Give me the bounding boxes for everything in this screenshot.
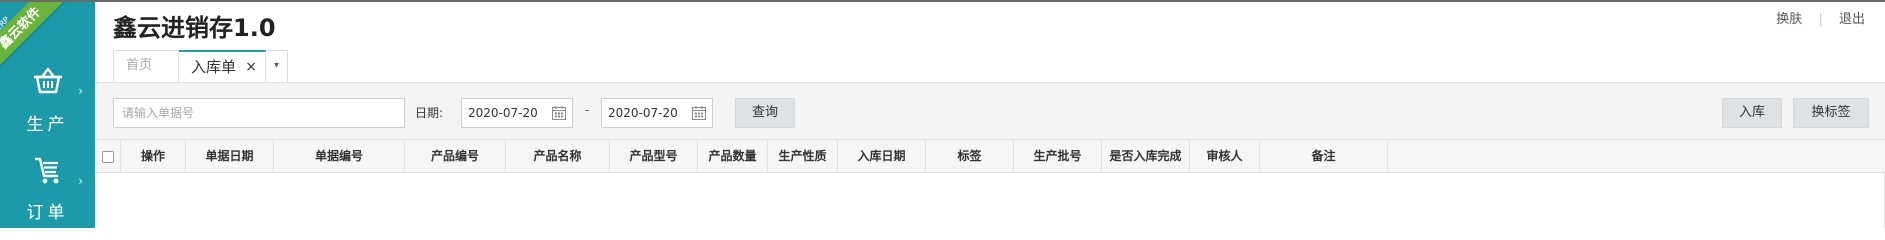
date-end-value: 2020-07-20 [608, 106, 678, 120]
top-links: 换肤 | 退出 [1776, 8, 1865, 27]
basket-icon [34, 67, 62, 94]
chevron-down-icon[interactable]: ▾ [266, 50, 288, 84]
tab-home[interactable]: 首页 [113, 50, 179, 84]
tab-bar: 首页 入库单 × ▾ [113, 50, 288, 84]
tab-label: 入库单 [191, 58, 237, 76]
chevron-right-icon: › [78, 174, 83, 188]
date-range-dash: - [585, 103, 590, 117]
column-header: 备注 [1260, 140, 1388, 173]
calendar-icon [692, 106, 706, 120]
calendar-icon [552, 106, 566, 120]
close-icon[interactable]: × [245, 52, 257, 82]
search-input[interactable] [113, 98, 405, 128]
column-header: 审核人 [1190, 140, 1260, 173]
app-title: 鑫云进销存1.0 [113, 14, 276, 42]
table-body [95, 173, 1885, 229]
column-header: 产品名称 [506, 140, 610, 173]
column-header: 入库日期 [838, 140, 926, 173]
sidebar-item-production[interactable]: › 生产 [0, 62, 95, 142]
column-header: 生产性质 [768, 140, 838, 173]
column-header: 生产批号 [1014, 140, 1102, 173]
cart-list-icon [35, 157, 59, 184]
change-label-button[interactable]: 换标签 [1793, 98, 1869, 128]
chevron-right-icon: › [78, 84, 83, 98]
column-header: 是否入库完成 [1102, 140, 1190, 173]
date-start-value: 2020-07-20 [468, 106, 538, 120]
table-header: 操作 单据日期 单据编号 产品编号 产品名称 产品型号 产品数量 生产性质 入库… [95, 139, 1885, 173]
sidebar: ERP 鑫云软件 › 生产 › 订单 [0, 2, 95, 228]
date-end-field[interactable]: 2020-07-20 [601, 98, 713, 128]
logout-link[interactable]: 退出 [1839, 8, 1865, 27]
link-divider: | [1818, 12, 1823, 27]
column-header: 产品编号 [405, 140, 506, 173]
change-skin-link[interactable]: 换肤 [1776, 8, 1802, 27]
column-header: 产品数量 [698, 140, 768, 173]
sidebar-item-label: 生产 [26, 115, 69, 135]
column-header: 标签 [926, 140, 1014, 173]
select-all-cell [95, 140, 121, 173]
date-start-field[interactable]: 2020-07-20 [461, 98, 573, 128]
stock-in-button[interactable]: 入库 [1722, 98, 1782, 128]
date-label: 日期: [415, 106, 444, 120]
tab-stock-in-order[interactable]: 入库单 × [179, 50, 266, 84]
sidebar-item-orders[interactable]: › 订单 [0, 152, 95, 228]
query-button[interactable]: 查询 [735, 98, 795, 128]
column-header: 产品型号 [610, 140, 698, 173]
column-header: 单据日期 [186, 140, 274, 173]
select-all-checkbox[interactable] [101, 150, 114, 163]
column-header: 操作 [121, 140, 186, 173]
app-window: ERP 鑫云软件 › 生产 › 订单 鑫云进销存1.0 换肤 | 退出 首页 入… [0, 0, 1885, 229]
sidebar-item-label: 订单 [26, 203, 69, 223]
main-content: 日期: 2020-07-20 - 2020-07-20 [95, 82, 1885, 229]
column-header: 单据编号 [274, 140, 405, 173]
